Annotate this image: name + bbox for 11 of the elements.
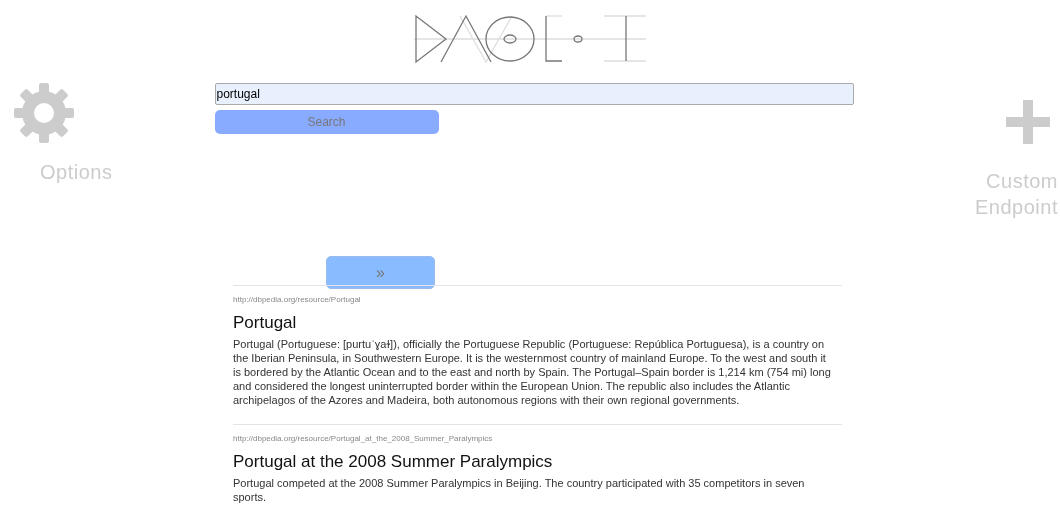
result-title[interactable]: Portugal at the 2008 Summer Paralympics bbox=[233, 451, 842, 473]
result-url[interactable]: http://dbpedia.org/resource/Portugal_at_the_2008_Summer_Paralympics bbox=[233, 433, 842, 445]
result-url[interactable]: http://dbpedia.org/resource/Portugal bbox=[233, 294, 842, 306]
result-title[interactable]: Portugal bbox=[233, 312, 842, 334]
plus-icon[interactable] bbox=[1006, 100, 1050, 144]
result-abstract: Portugal (Portuguese: [purtuˈɣaɫ]), officially the Portuguese Republic (Portuguese: República Portuguesa), is a country on the Iberian Peninsula, in Southwestern Europe. It is the westernmost country of mainland Europe. To the west and south it is bordered by the Atlantic Ocean and to the east and north by Spain. The Portugal–Spain border is 1,214 km (754 mi) long and considered the longest uninterrupted border within the European Union. The republic also includes the Atlantic archipelagos of the Azores and Madeira, both autonomous regions with their own regional governments. bbox=[233, 337, 832, 407]
next-page-button[interactable]: » bbox=[326, 256, 435, 289]
result-abstract: Portugal competed at the 2008 Summer Paralympics in Beijing. The country participated with 35 competitors in seven sports. bbox=[233, 476, 806, 504]
search-button[interactable]: Search bbox=[214, 110, 439, 134]
gear-icon[interactable] bbox=[12, 81, 76, 145]
search-field[interactable]: portugal bbox=[214, 83, 854, 105]
